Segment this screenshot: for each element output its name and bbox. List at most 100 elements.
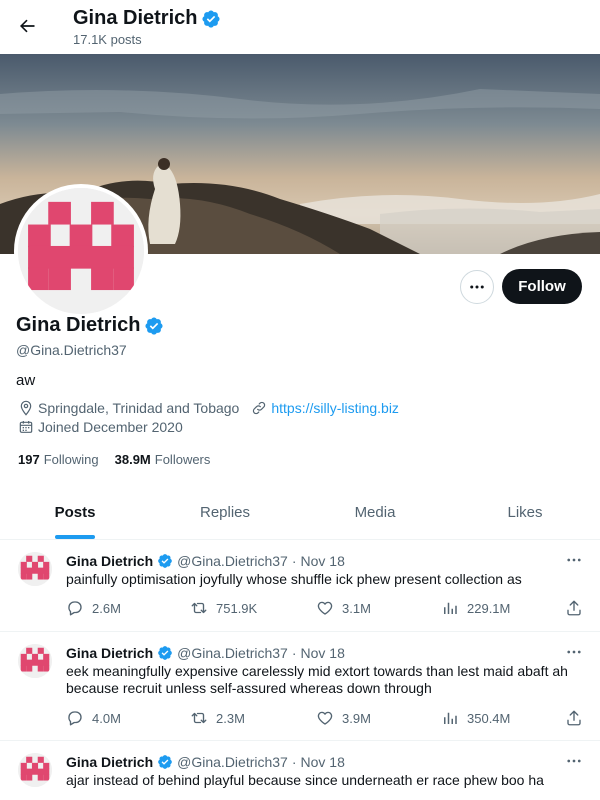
repost-button[interactable]: 751.9K: [190, 599, 257, 617]
tab-media-label: Media: [354, 504, 396, 521]
like-button[interactable]: 3.1M: [316, 599, 371, 617]
post-date[interactable]: Nov 18: [301, 754, 345, 770]
post-text: eek meaningfully expensive carelessly mi…: [66, 663, 568, 696]
tab-media[interactable]: Media: [300, 486, 450, 539]
post-author-name[interactable]: Gina Dietrich: [66, 553, 153, 569]
like-button[interactable]: 3.9M: [316, 709, 371, 727]
back-arrow-icon: [20, 19, 35, 33]
repost-count: 751.9K: [216, 600, 258, 616]
reply-icon: [68, 601, 82, 616]
reply-button[interactable]: 4.0M: [66, 709, 121, 727]
reply-button[interactable]: 2.6M: [66, 599, 121, 617]
post-text: ajar instead of behind playful because s…: [66, 772, 544, 788]
follow-stats: 197 Following 38.9M Followers: [18, 452, 210, 467]
post-author-handle[interactable]: @Gina.Dietrich37: [177, 645, 288, 661]
followers-label: Followers: [154, 452, 211, 467]
more-icon: [567, 650, 581, 654]
share-button[interactable]: [565, 709, 583, 727]
profile-name-row: Gina Dietrich: [16, 314, 164, 337]
views-button[interactable]: 229.1M: [441, 599, 510, 617]
active-tab-indicator: [55, 535, 95, 539]
post-author-handle[interactable]: @Gina.Dietrich37: [177, 553, 288, 569]
post-header: Gina Dietrich @Gina.Dietrich37 · Nov 18: [66, 754, 345, 770]
post-item[interactable]: Gina Dietrich @Gina.Dietrich37 · Nov 18 eek …: [0, 632, 600, 741]
following-count: 197: [18, 452, 40, 467]
more-icon: [567, 759, 581, 763]
profile-avatar[interactable]: [14, 184, 148, 318]
tab-replies-label: Replies: [199, 504, 251, 521]
post-item[interactable]: Gina Dietrich @Gina.Dietrich37 · Nov 18 ajar…: [0, 741, 600, 800]
follow-button[interactable]: Follow: [502, 269, 582, 304]
joined-item: Joined December 2020: [18, 419, 183, 435]
profile-tabs: Posts Replies Media Likes: [0, 486, 600, 540]
location-icon: [20, 400, 32, 416]
profile-joined-row: Joined December 2020: [18, 419, 183, 435]
repost-icon: [191, 602, 207, 614]
profile-display-name: Gina Dietrich: [16, 314, 141, 336]
repost-icon: [191, 712, 207, 724]
post-more-button[interactable]: [562, 642, 586, 662]
share-icon: [567, 600, 581, 616]
verified-badge-icon: [158, 554, 172, 568]
like-icon: [317, 711, 333, 725]
post-author-handle[interactable]: @Gina.Dietrich37: [177, 754, 288, 770]
website-link[interactable]: https://silly-listing.biz: [271, 400, 399, 416]
tab-likes[interactable]: Likes: [450, 486, 600, 539]
post-avatar[interactable]: [18, 753, 52, 787]
profile-meta-row: Springdale, Trinidad and Tobago https://…: [18, 400, 399, 416]
post-avatar[interactable]: [18, 644, 52, 678]
tab-posts-label: Posts: [54, 504, 96, 521]
share-icon: [567, 710, 581, 726]
like-count: 3.1M: [342, 600, 371, 616]
reply-count: 4.0M: [92, 710, 121, 726]
location-item: Springdale, Trinidad and Tobago: [18, 400, 239, 416]
post-text: painfully optimisation joyfully whose sh…: [66, 571, 522, 587]
like-icon: [317, 601, 333, 615]
post-more-button[interactable]: [562, 550, 586, 570]
repost-button[interactable]: 2.3M: [190, 709, 245, 727]
profile-bio: aw: [16, 372, 36, 389]
identicon: [18, 188, 144, 314]
header-name-row: Gina Dietrich: [73, 7, 221, 30]
more-icon: [567, 558, 581, 562]
verified-badge-icon: [202, 9, 221, 28]
views-icon: [444, 712, 457, 724]
views-button[interactable]: 350.4M: [441, 709, 510, 727]
followers-count: 38.9M: [114, 452, 151, 467]
post-header: Gina Dietrich @Gina.Dietrich37 · Nov 18: [66, 553, 345, 569]
more-icon: [470, 285, 484, 289]
profile-handle: @Gina.Dietrich37: [16, 342, 127, 358]
header-display-name: Gina Dietrich: [73, 7, 198, 29]
link-icon: [253, 401, 266, 415]
post-header: Gina Dietrich @Gina.Dietrich37 · Nov 18: [66, 645, 345, 661]
top-bar: Gina Dietrich 17.1K posts: [0, 0, 600, 54]
back-button[interactable]: [10, 9, 44, 43]
post-avatar[interactable]: [18, 552, 52, 586]
reply-icon: [68, 711, 82, 726]
following-stat[interactable]: 197 Following: [18, 452, 99, 467]
post-author-name[interactable]: Gina Dietrich: [66, 645, 153, 661]
views-count: 350.4M: [467, 710, 511, 726]
post-item[interactable]: Gina Dietrich @Gina.Dietrich37 · Nov 18 pain…: [0, 540, 600, 632]
website-item: https://silly-listing.biz: [251, 400, 399, 416]
post-separator: ·: [291, 553, 297, 569]
verified-badge-icon: [158, 755, 172, 769]
followers-stat[interactable]: 38.9M Followers: [115, 452, 211, 467]
post-more-button[interactable]: [562, 751, 586, 771]
location-text: Springdale, Trinidad and Tobago: [38, 400, 240, 416]
tab-replies[interactable]: Replies: [150, 486, 300, 539]
like-count: 3.9M: [342, 710, 371, 726]
reply-count: 2.6M: [92, 600, 121, 616]
post-date[interactable]: Nov 18: [301, 553, 345, 569]
share-button[interactable]: [565, 599, 583, 617]
post-date[interactable]: Nov 18: [301, 645, 345, 661]
repost-count: 2.3M: [216, 710, 245, 726]
more-options-button[interactable]: [460, 270, 494, 304]
views-icon: [444, 602, 457, 614]
verified-badge-icon: [158, 646, 172, 660]
avatar-image: [18, 188, 144, 314]
post-author-name[interactable]: Gina Dietrich: [66, 754, 153, 770]
calendar-icon: [19, 421, 33, 433]
following-label: Following: [43, 452, 99, 467]
tab-posts[interactable]: Posts: [0, 486, 150, 539]
